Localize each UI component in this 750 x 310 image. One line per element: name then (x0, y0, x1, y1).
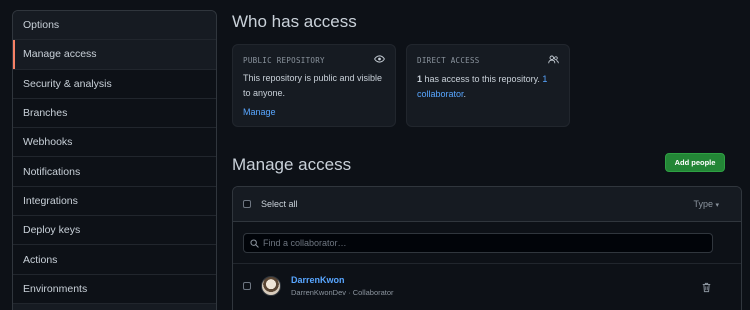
sidebar-item-actions[interactable]: Actions (13, 245, 216, 275)
sidebar-item-deploy-keys[interactable]: Deploy keys (13, 216, 216, 246)
member-checkbox[interactable] (243, 282, 251, 290)
manage-access-title: Manage access (232, 155, 352, 174)
table-row: DarrenKwon DarrenKwonDev · Collaborator (233, 264, 741, 308)
type-filter-label: Type (693, 199, 713, 209)
table-header: Select all Type ▾ (233, 187, 741, 222)
card-heading: PUBLIC REPOSITORY (243, 55, 325, 65)
avatar[interactable] (261, 276, 281, 296)
sidebar-item-label: Branches (23, 107, 68, 120)
card-header: PUBLIC REPOSITORY (243, 55, 385, 65)
trash-icon[interactable] (702, 280, 711, 296)
sidebar-item-branches[interactable]: Branches (13, 98, 216, 129)
direct-card-text-end: . (463, 89, 467, 99)
sidebar-item-label: Manage access (23, 48, 97, 61)
member-username: DarrenKwonDev (291, 288, 347, 297)
search-row (233, 222, 741, 264)
collaborator-search-input[interactable] (263, 237, 683, 248)
settings-sidebar: Options Manage access Security & analysi… (12, 10, 217, 310)
sidebar-item-environments[interactable]: Environments (13, 274, 216, 304)
select-all-label: Select all (261, 199, 298, 209)
collaborator-search-box[interactable] (243, 232, 713, 253)
card-header: DIRECT ACCESS (417, 55, 559, 66)
direct-access-card: DIRECT ACCESS 1 has access to this repos… (406, 44, 570, 127)
caret-down-icon: ▾ (715, 202, 719, 209)
people-icon (548, 55, 559, 66)
sidebar-item-label: Actions (23, 253, 58, 266)
sidebar-item-label: Integrations (23, 194, 78, 207)
sidebar-item-label: Webhooks (23, 136, 73, 149)
select-all-checkbox[interactable] (243, 200, 251, 208)
member-details: DarrenKwonDev · Collaborator (291, 288, 394, 297)
sidebar-item-label: Deploy keys (23, 224, 81, 237)
member-info: DarrenKwon DarrenKwonDev · Collaborator (291, 275, 394, 297)
sidebar-item-label: Options (23, 19, 60, 32)
sidebar-item-security-analysis[interactable]: Security & analysis (13, 69, 216, 99)
add-people-button[interactable]: Add people (665, 153, 725, 172)
sidebar-item-integrations[interactable]: Integrations (13, 186, 216, 217)
direct-card-text-mid: has access to this repository. (422, 74, 543, 84)
search-icon (250, 235, 259, 251)
eye-icon (374, 55, 385, 65)
card-heading: DIRECT ACCESS (417, 56, 480, 65)
sidebar-item-webhooks[interactable]: Webhooks (13, 128, 216, 158)
public-card-text: This repository is public and visible to… (243, 73, 383, 98)
collaborators-table: Select all Type ▾ DarrenKwon DarrenKwonD… (232, 186, 742, 310)
member-role: Collaborator (352, 288, 394, 297)
sidebar-item-options[interactable]: Options (13, 11, 216, 41)
public-repository-card: PUBLIC REPOSITORY This repository is pub… (232, 44, 396, 127)
type-filter-dropdown[interactable]: Type ▾ (693, 199, 719, 209)
sidebar-item-label: Notifications (23, 165, 81, 178)
who-has-access-title: Who has access (232, 12, 357, 31)
sidebar-item-manage-access[interactable]: Manage access (13, 40, 216, 70)
sidebar-item-label: Security & analysis (23, 77, 112, 90)
sidebar-item-notifications[interactable]: Notifications (13, 157, 216, 187)
direct-card-text: 1 has access to this repository. 1 colla… (417, 72, 559, 102)
manage-visibility-link[interactable]: Manage (243, 107, 276, 117)
sidebar-item-label: Environments (23, 282, 88, 295)
member-name-link[interactable]: DarrenKwon (291, 275, 394, 285)
